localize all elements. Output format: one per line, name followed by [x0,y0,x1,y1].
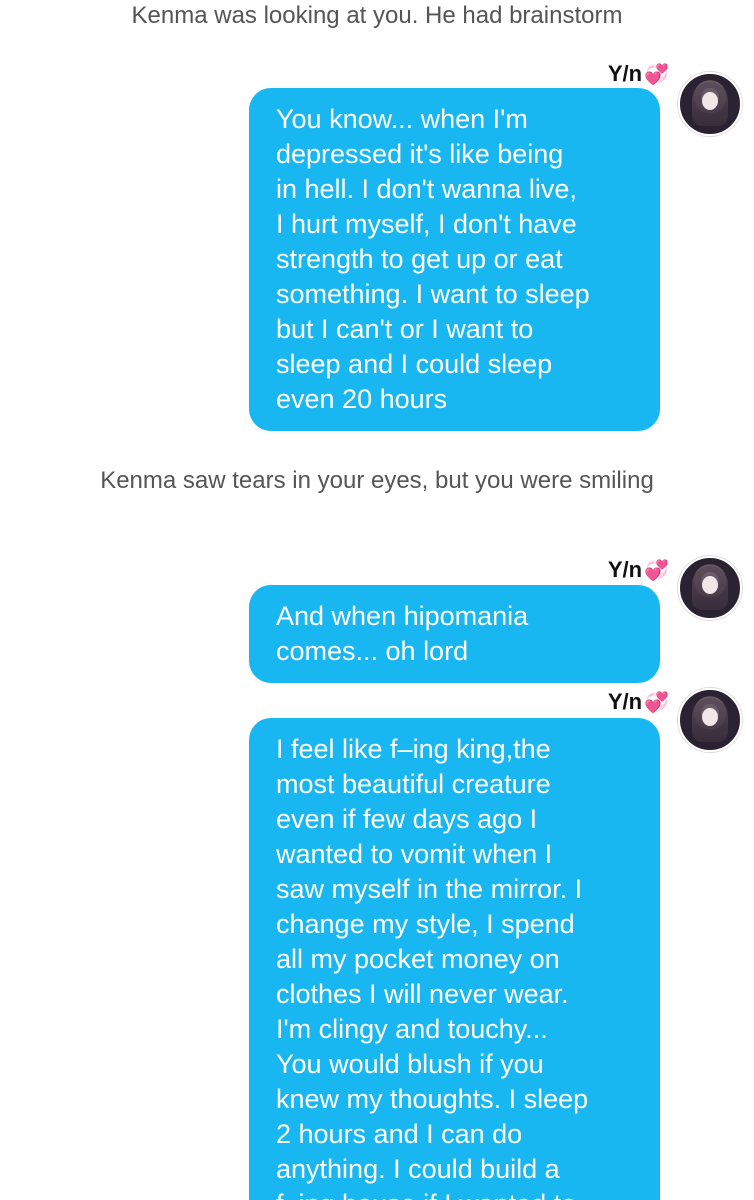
two-hearts-icon: 💞 [644,64,669,86]
avatar-face [702,92,718,110]
avatar-face [702,708,718,726]
sender-label: Y/n 💞 [608,556,669,585]
message-bubble[interactable]: And when hipomania comes... oh lord [249,585,660,683]
avatar[interactable] [678,556,742,620]
message-bubble[interactable]: I feel like f–ing king,the most beautifu… [249,718,660,1200]
sender-name: Y/n [607,61,643,86]
narration-text: Kenma was looking at you. He had brainst… [131,2,623,29]
chat-story-page: Kenma was looking at you. He had brainst… [0,0,754,1200]
narration-text: Kenma saw tears in your eyes, but you we… [100,467,654,494]
avatar[interactable] [678,72,742,136]
avatar-face [702,576,718,594]
two-hearts-icon: 💞 [644,692,669,714]
sender-name: Y/n [607,557,643,582]
sender-label: Y/n 💞 [608,688,669,717]
message-bubble[interactable]: You know... when I'm depressed it's like… [249,88,660,431]
sender-label: Y/n 💞 [608,60,669,89]
avatar[interactable] [678,688,742,752]
sender-name: Y/n [607,689,643,714]
two-hearts-icon: 💞 [644,560,669,582]
